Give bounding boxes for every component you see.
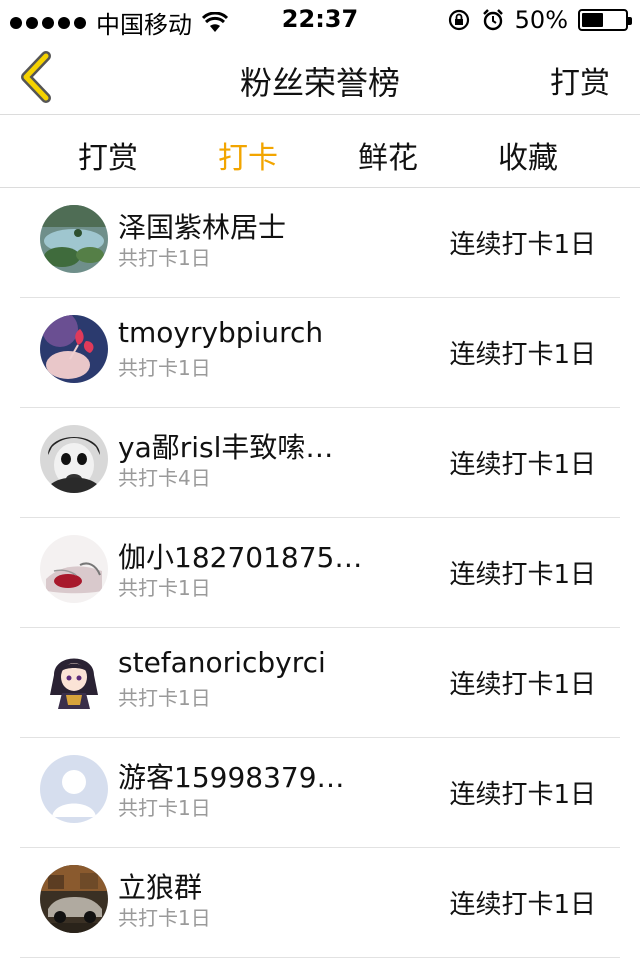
list-item[interactable]: stefanoricbyrci 共打卡1日 连续打卡1日 [0,628,640,738]
fan-ranking-list: 泽国紫林居士 共打卡1日 连续打卡1日 tmoyrybpiurch 共打卡1日 … [0,188,640,958]
list-item[interactable]: 立狼群 共打卡1日 连续打卡1日 [0,848,640,958]
user-name: 游客15998379… [118,761,345,794]
status-bar: 中国移动 22:37 50% [0,0,640,40]
user-name: 伽小182701875… [118,541,363,574]
streak-days: 连续打卡1日 [449,560,596,590]
tab-reward[interactable]: 打赏 [38,133,178,177]
list-item[interactable]: 游客15998379… 共打卡1日 连续打卡1日 [0,738,640,848]
user-name: tmoyrybpiurch [118,316,324,349]
tab-bar: 打赏 打卡 鲜花 收藏 [0,115,640,188]
tab-flowers[interactable]: 鲜花 [318,133,458,177]
list-item[interactable]: ya鄙risl丰致嗦… 共打卡4日 连续打卡1日 [0,408,640,518]
anime-girl-avatar[interactable] [40,645,108,713]
streak-days: 连续打卡1日 [449,230,596,260]
total-checkins: 共打卡4日 [118,466,211,490]
streak-days: 连续打卡1日 [449,780,596,810]
red-sketch-avatar[interactable] [40,535,108,603]
list-item[interactable]: tmoyrybpiurch 共打卡1日 连续打卡1日 [0,298,640,408]
reward-button[interactable]: 打赏 [550,58,610,102]
total-checkins: 共打卡1日 [118,796,211,820]
user-name: 泽国紫林居士 [118,211,287,244]
clown-face-avatar[interactable] [40,425,108,493]
rotation-lock-icon [448,9,469,31]
tab-favorites[interactable]: 收藏 [458,133,598,177]
user-name: 立狼群 [118,871,203,904]
alarm-icon [482,9,503,31]
streak-days: 连续打卡1日 [449,340,596,370]
total-checkins: 共打卡1日 [118,356,211,380]
battery-fill [582,13,603,27]
nav-bar: 粉丝荣誉榜 打赏 [0,40,640,115]
list-item[interactable]: 伽小182701875… 共打卡1日 连续打卡1日 [0,518,640,628]
tab-checkin[interactable]: 打卡 [178,133,318,177]
user-name: ya鄙risl丰致嗦… [118,431,334,464]
list-item[interactable]: 泽国紫林居士 共打卡1日 连续打卡1日 [0,188,640,298]
total-checkins: 共打卡1日 [118,576,211,600]
total-checkins: 共打卡1日 [118,906,211,930]
default-user-avatar[interactable] [40,755,108,823]
landscape-avatar[interactable] [40,205,108,273]
total-checkins: 共打卡1日 [118,246,211,270]
streak-days: 连续打卡1日 [449,450,596,480]
car-avatar[interactable] [40,865,108,933]
flower-hand-avatar[interactable] [40,315,108,383]
user-name: stefanoricbyrci [118,646,326,679]
total-checkins: 共打卡1日 [118,686,211,710]
streak-days: 连续打卡1日 [449,670,596,700]
battery-percent: 50% [514,6,568,34]
page-title: 粉丝荣誉榜 [239,64,400,102]
streak-days: 连续打卡1日 [449,890,596,920]
battery-icon [578,9,632,31]
status-right: 50% [447,6,632,34]
